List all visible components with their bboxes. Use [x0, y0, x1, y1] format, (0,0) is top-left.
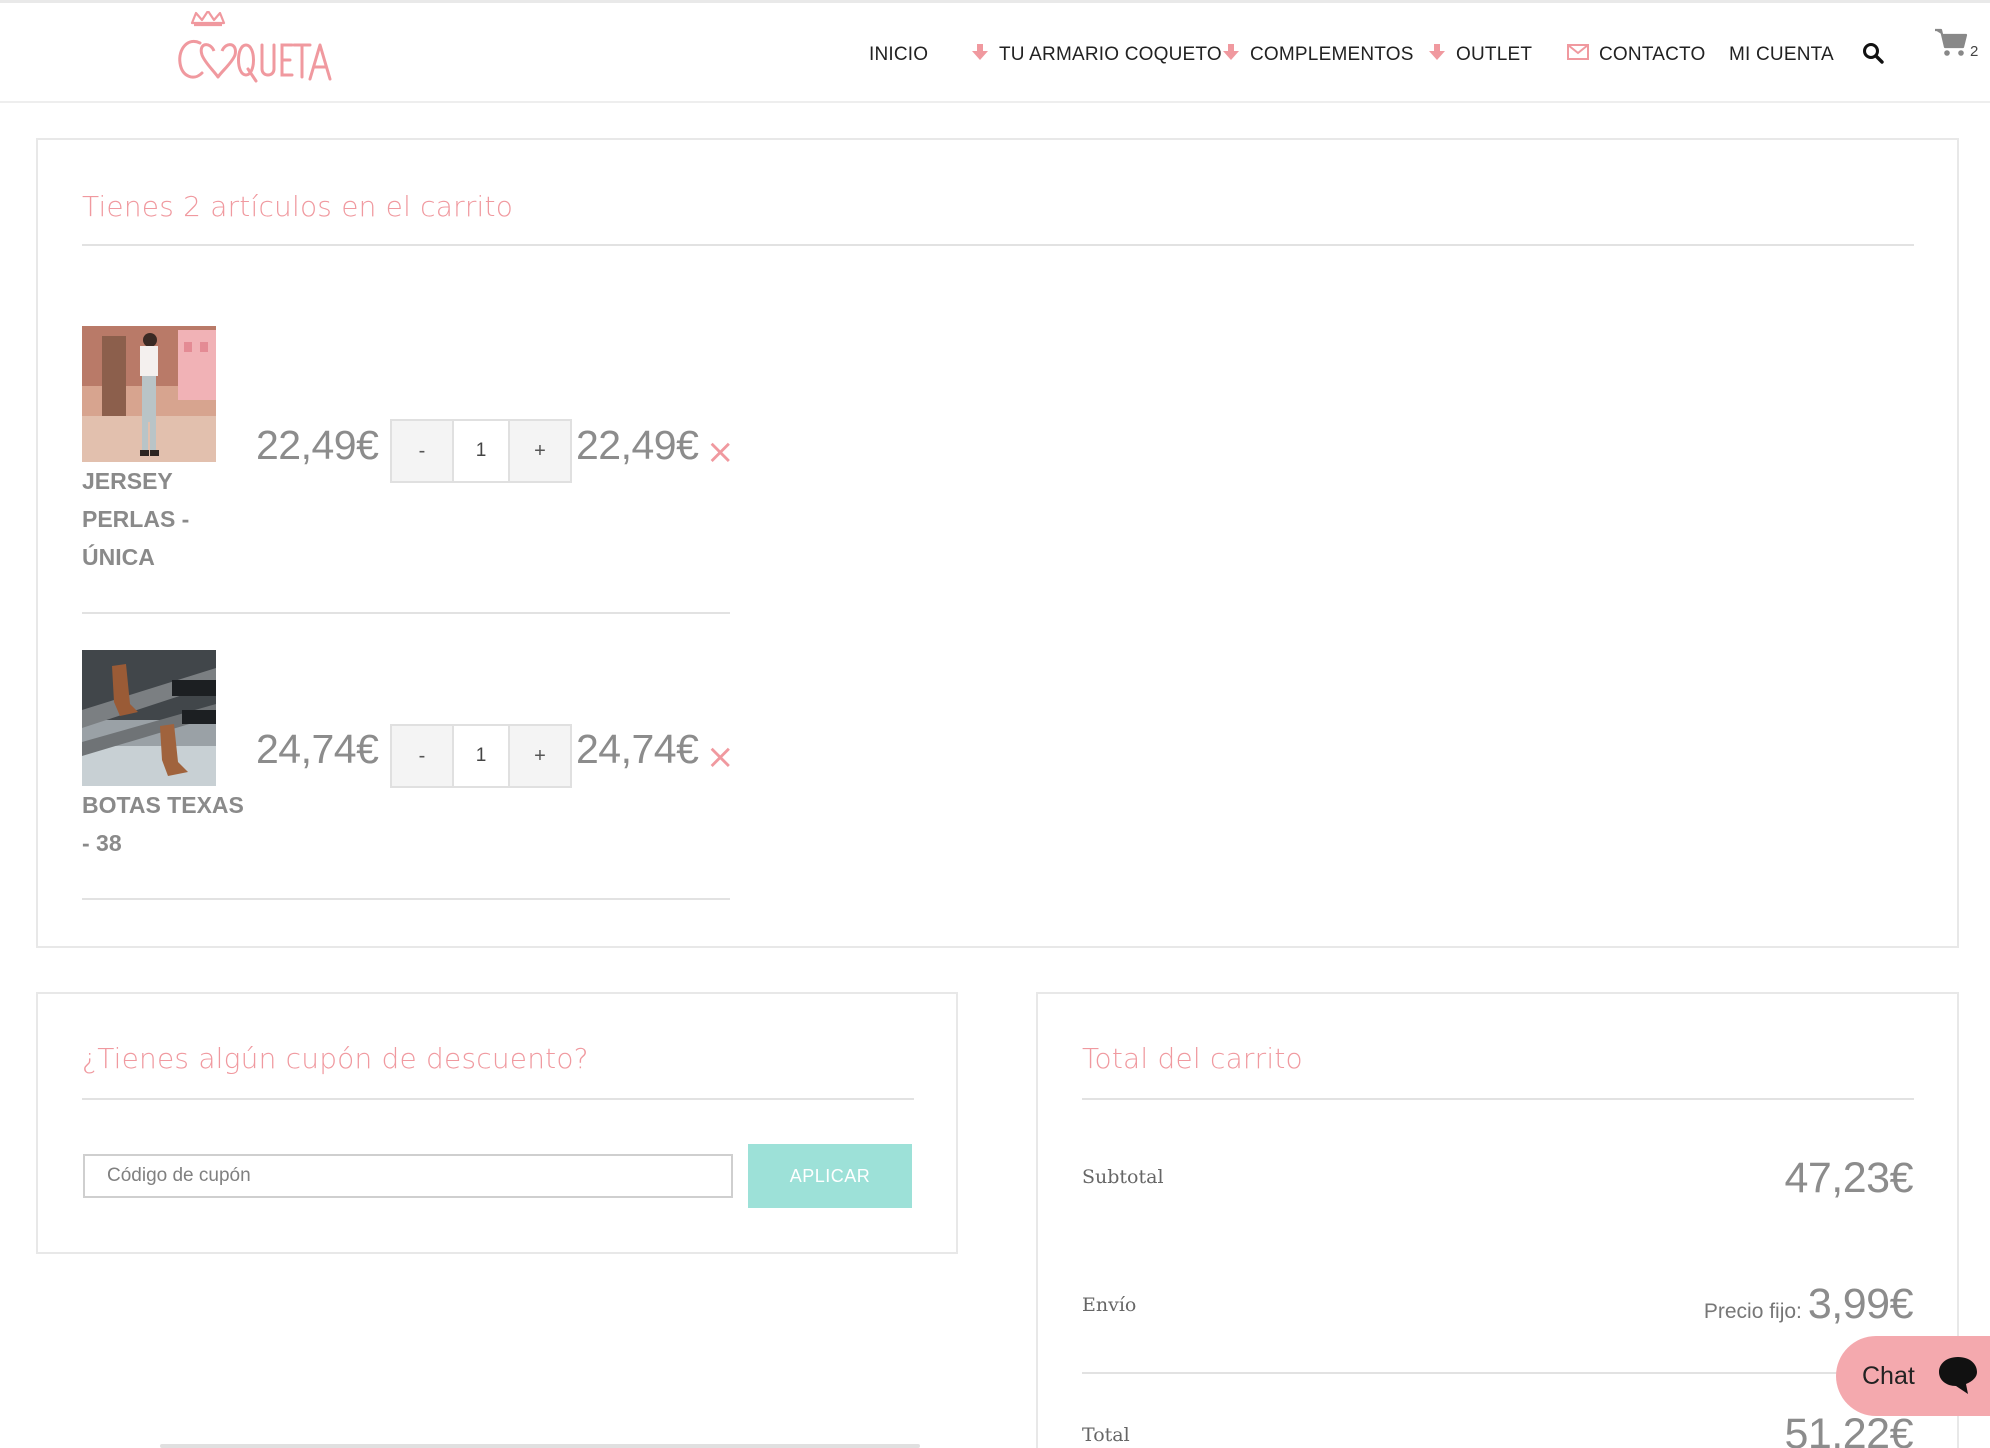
cart-count-badge: 2 [1970, 43, 1979, 60]
quantity-decrease-button[interactable]: - [392, 421, 452, 481]
nav-contacto[interactable]: CONTACTO [1567, 43, 1705, 67]
item-divider [82, 612, 730, 614]
coupon-title: ¿Tienes algún cupón de descuento? [82, 1042, 589, 1075]
apply-coupon-button[interactable]: APLICAR [748, 1144, 912, 1208]
chat-widget-button[interactable]: Chat [1836, 1336, 1990, 1416]
arrow-down-icon [1428, 43, 1446, 67]
totals-title: Total del carrito [1082, 1042, 1303, 1075]
nav-inicio-label: INICIO [869, 44, 929, 65]
quantity-increase-button[interactable]: + [510, 726, 570, 786]
quantity-input[interactable]: 1 [452, 726, 510, 786]
quantity-stepper: - 1 + [390, 724, 572, 788]
shipping-value-row: Precio fijo: 3,99€ [1703, 1280, 1914, 1329]
product-image[interactable] [82, 326, 216, 462]
coupon-title-divider [82, 1098, 914, 1100]
quantity-increase-button[interactable]: + [510, 421, 570, 481]
product-name[interactable]: JERSEY PERLAS - ÚNICA [82, 462, 252, 576]
shipping-value: 3,99€ [1807, 1280, 1914, 1328]
chat-label: Chat [1862, 1361, 1915, 1390]
product-unit-price: 24,74€ [256, 726, 379, 772]
nav-outlet-label: OUTLET [1456, 44, 1533, 65]
product-unit-price: 22,49€ [256, 422, 379, 468]
search-icon [1862, 42, 1884, 70]
shipping-method-label: Precio fijo: [1703, 1300, 1802, 1323]
coupon-panel: ¿Tienes algún cupón de descuento? APLICA… [36, 992, 958, 1254]
product-image[interactable] [82, 650, 216, 786]
item-divider [82, 898, 730, 900]
nav-complementos[interactable]: COMPLEMENTOS [1222, 43, 1414, 67]
nav-contacto-label: CONTACTO [1599, 44, 1706, 65]
nav-outlet[interactable]: OUTLET [1428, 43, 1532, 67]
nav-mi-cuenta[interactable]: MI CUENTA [1729, 43, 1834, 67]
coupon-code-input[interactable] [83, 1154, 733, 1198]
nav-armario-label: TU ARMARIO COQUETO [999, 44, 1222, 65]
subtotal-value: 47,23€ [1784, 1154, 1913, 1202]
totals-title-divider [1082, 1098, 1914, 1100]
product-subtotal: 22,49€ [576, 422, 699, 468]
site-header: INICIO TU ARMARIO COQUETO COMPLEMENTOS O… [0, 3, 1990, 103]
arrow-down-icon [971, 43, 989, 67]
speech-bubble-icon [1936, 1354, 1980, 1401]
arrow-down-icon [1222, 43, 1240, 67]
quantity-stepper: - 1 + [390, 419, 572, 483]
main-nav: INICIO TU ARMARIO COQUETO COMPLEMENTOS O… [0, 3, 1990, 103]
remove-item-button[interactable]: × [706, 740, 735, 774]
totals-divider [1082, 1372, 1914, 1374]
shipping-label: Envío [1082, 1294, 1137, 1316]
cart-button[interactable] [1934, 28, 1968, 57]
cart-icon [1934, 27, 1968, 63]
nav-complementos-label: COMPLEMENTOS [1250, 44, 1414, 65]
cart-panel: Tienes 2 artículos en el carrito JERSEY … [36, 138, 1959, 948]
remove-item-button[interactable]: × [706, 435, 735, 469]
nav-cuenta-label: MI CUENTA [1729, 44, 1834, 65]
nav-tu-armario-coqueto[interactable]: TU ARMARIO COQUETO [971, 43, 1222, 67]
product-name[interactable]: BOTAS TEXAS - 38 [82, 786, 252, 862]
total-label: Total [1082, 1424, 1130, 1446]
nav-inicio[interactable]: INICIO [869, 43, 928, 67]
product-subtotal: 24,74€ [576, 726, 699, 772]
cart-title: Tienes 2 artículos en el carrito [82, 190, 514, 223]
search-button[interactable] [1862, 42, 1884, 70]
envelope-icon [1567, 44, 1589, 66]
subtotal-label: Subtotal [1082, 1166, 1164, 1188]
bottom-bar-shadow [160, 1444, 920, 1448]
quantity-decrease-button[interactable]: - [392, 726, 452, 786]
cart-totals-panel: Total del carrito Subtotal 47,23€ Envío … [1036, 992, 1959, 1448]
quantity-input[interactable]: 1 [452, 421, 510, 481]
cart-title-divider [82, 244, 1914, 246]
